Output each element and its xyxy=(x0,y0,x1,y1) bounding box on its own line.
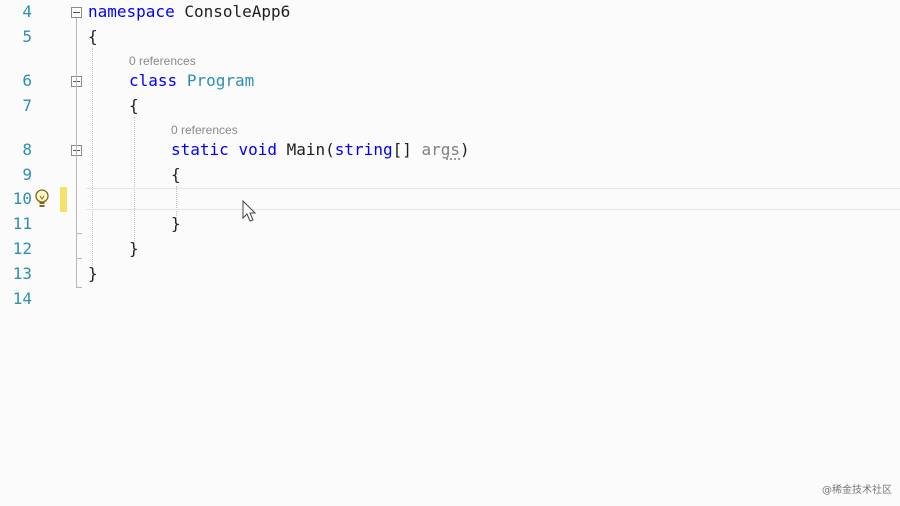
code-line-12: } xyxy=(129,239,139,258)
line-number: 13 xyxy=(12,264,32,283)
outline-end xyxy=(76,287,82,288)
keyword: namespace xyxy=(88,2,175,21)
line-number: 12 xyxy=(12,239,32,258)
code-line-6: class Program xyxy=(129,70,254,92)
keyword: static xyxy=(171,140,229,159)
keyword: void xyxy=(238,140,277,159)
line-number: 11 xyxy=(12,214,32,233)
lightbulb-icon[interactable] xyxy=(34,188,50,210)
close-paren: ) xyxy=(460,140,470,159)
change-indicator-bar xyxy=(60,187,67,212)
indent-guide xyxy=(134,117,135,243)
line-number: 4 xyxy=(22,2,32,21)
keyword: class xyxy=(129,71,178,90)
code-line-11: } xyxy=(171,214,181,233)
method-references-codelens[interactable]: 0 references xyxy=(171,123,238,137)
code-line-9: { xyxy=(171,165,181,184)
code-line-8: static void Main(string[] args) xyxy=(171,139,470,161)
class-references-codelens[interactable]: 0 references xyxy=(129,54,196,68)
collapse-namespace-icon[interactable] xyxy=(71,7,82,18)
class-name: Program xyxy=(186,71,255,90)
mouse-pointer-icon xyxy=(242,200,257,222)
outline-line xyxy=(76,18,77,288)
outline-end xyxy=(76,233,82,234)
method-name: Main( xyxy=(286,140,335,159)
unused-param-hint xyxy=(446,158,460,160)
code-line-7: { xyxy=(129,96,139,115)
line-number: 9 xyxy=(22,165,32,184)
line-number: 14 xyxy=(12,289,32,308)
line-number: 10 xyxy=(12,189,32,208)
code-line-4: namespace ConsoleApp6 xyxy=(88,1,290,23)
outline-end xyxy=(76,258,82,259)
code-line-5: { xyxy=(88,27,98,46)
keyword: string xyxy=(334,140,393,159)
code-line-13: } xyxy=(88,264,98,283)
current-line-highlight xyxy=(86,188,900,210)
namespace-name: ConsoleApp6 xyxy=(184,2,291,21)
watermark: @稀金技术社区 xyxy=(822,485,892,496)
line-number: 5 xyxy=(22,27,32,46)
line-number: 7 xyxy=(22,96,32,115)
brackets: [] xyxy=(392,140,422,159)
indent-guide xyxy=(92,48,93,268)
line-number: 8 xyxy=(22,140,32,159)
parameter-name: args xyxy=(421,140,461,159)
code-editor[interactable]: 4 5 6 7 8 9 10 11 12 13 14 namespace Con… xyxy=(0,0,900,506)
line-number: 6 xyxy=(22,71,32,90)
